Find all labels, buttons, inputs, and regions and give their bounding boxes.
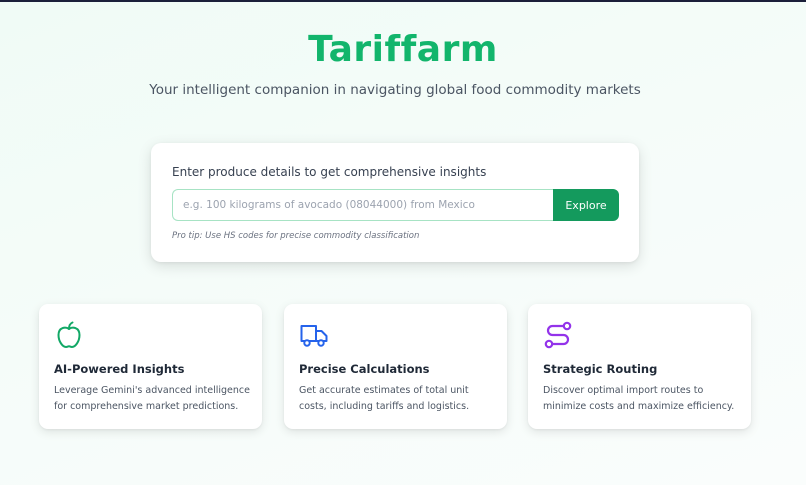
feature-card-routing: Strategic Routing Discover optimal impor… <box>528 304 751 429</box>
tagline: Your intelligent companion in navigating… <box>149 82 641 98</box>
search-card: Enter produce details to get comprehensi… <box>151 143 639 262</box>
apple-icon <box>57 321 81 348</box>
search-prompt: Enter produce details to get comprehensi… <box>172 165 487 179</box>
search-input[interactable] <box>172 189 553 221</box>
feature-description: Discover optimal import routes to minimi… <box>543 385 735 412</box>
feature-card-calculations: Precise Calculations Get accurate estima… <box>284 304 507 429</box>
feature-description: Leverage Gemini's advanced intelligence … <box>54 385 250 412</box>
explore-button[interactable]: Explore <box>553 189 619 221</box>
feature-description: Get accurate estimates of total unit cos… <box>299 385 470 412</box>
feature-title: AI-Powered Insights <box>54 362 185 376</box>
truck-icon <box>300 325 328 347</box>
feature-title: Precise Calculations <box>299 362 430 376</box>
route-icon <box>544 321 572 349</box>
brand-title: Tariffarm <box>308 29 498 70</box>
protip-text: Pro tip: Use HS codes for precise commod… <box>172 231 420 241</box>
search-row: Explore <box>172 189 619 221</box>
top-border <box>0 0 806 2</box>
feature-card-ai-insights: AI-Powered Insights Leverage Gemini's ad… <box>39 304 262 429</box>
feature-title: Strategic Routing <box>543 362 658 376</box>
